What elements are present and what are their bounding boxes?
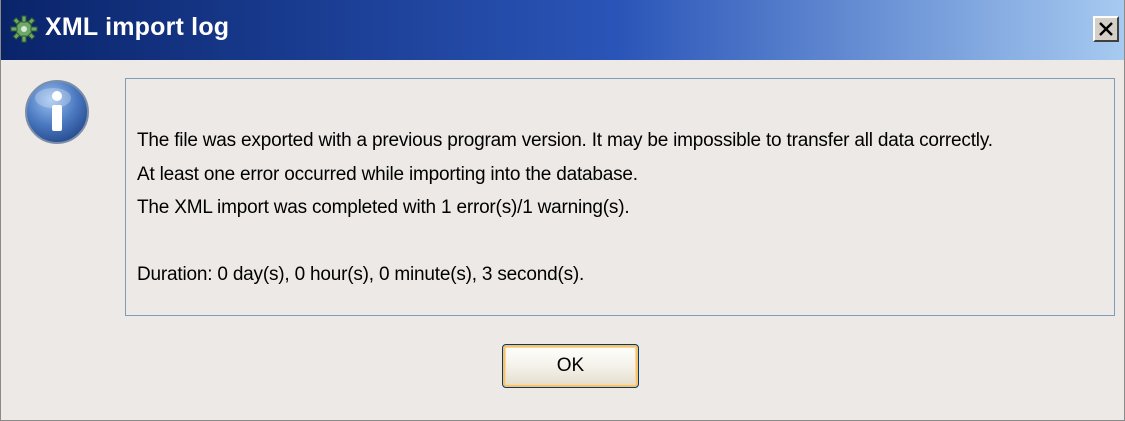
gear-app-icon (9, 14, 39, 44)
information-icon (23, 78, 91, 146)
message-panel: The file was exported with a previous pr… (125, 78, 1115, 316)
dialog-window: XML import log The file was exported wit… (0, 0, 1125, 421)
message-line: Duration: 0 day(s), 0 hour(s), 0 minute(… (137, 264, 585, 285)
window-title: XML import log (45, 13, 230, 41)
message-line: The XML import was completed with 1 erro… (137, 197, 630, 218)
close-icon (1099, 22, 1113, 36)
message-line: The file was exported with a previous pr… (137, 130, 993, 151)
message-line: At least one error occurred while import… (137, 164, 638, 185)
title-bar[interactable]: XML import log (1, 0, 1124, 60)
close-button[interactable] (1093, 16, 1119, 42)
ok-button[interactable]: OK (502, 344, 639, 388)
